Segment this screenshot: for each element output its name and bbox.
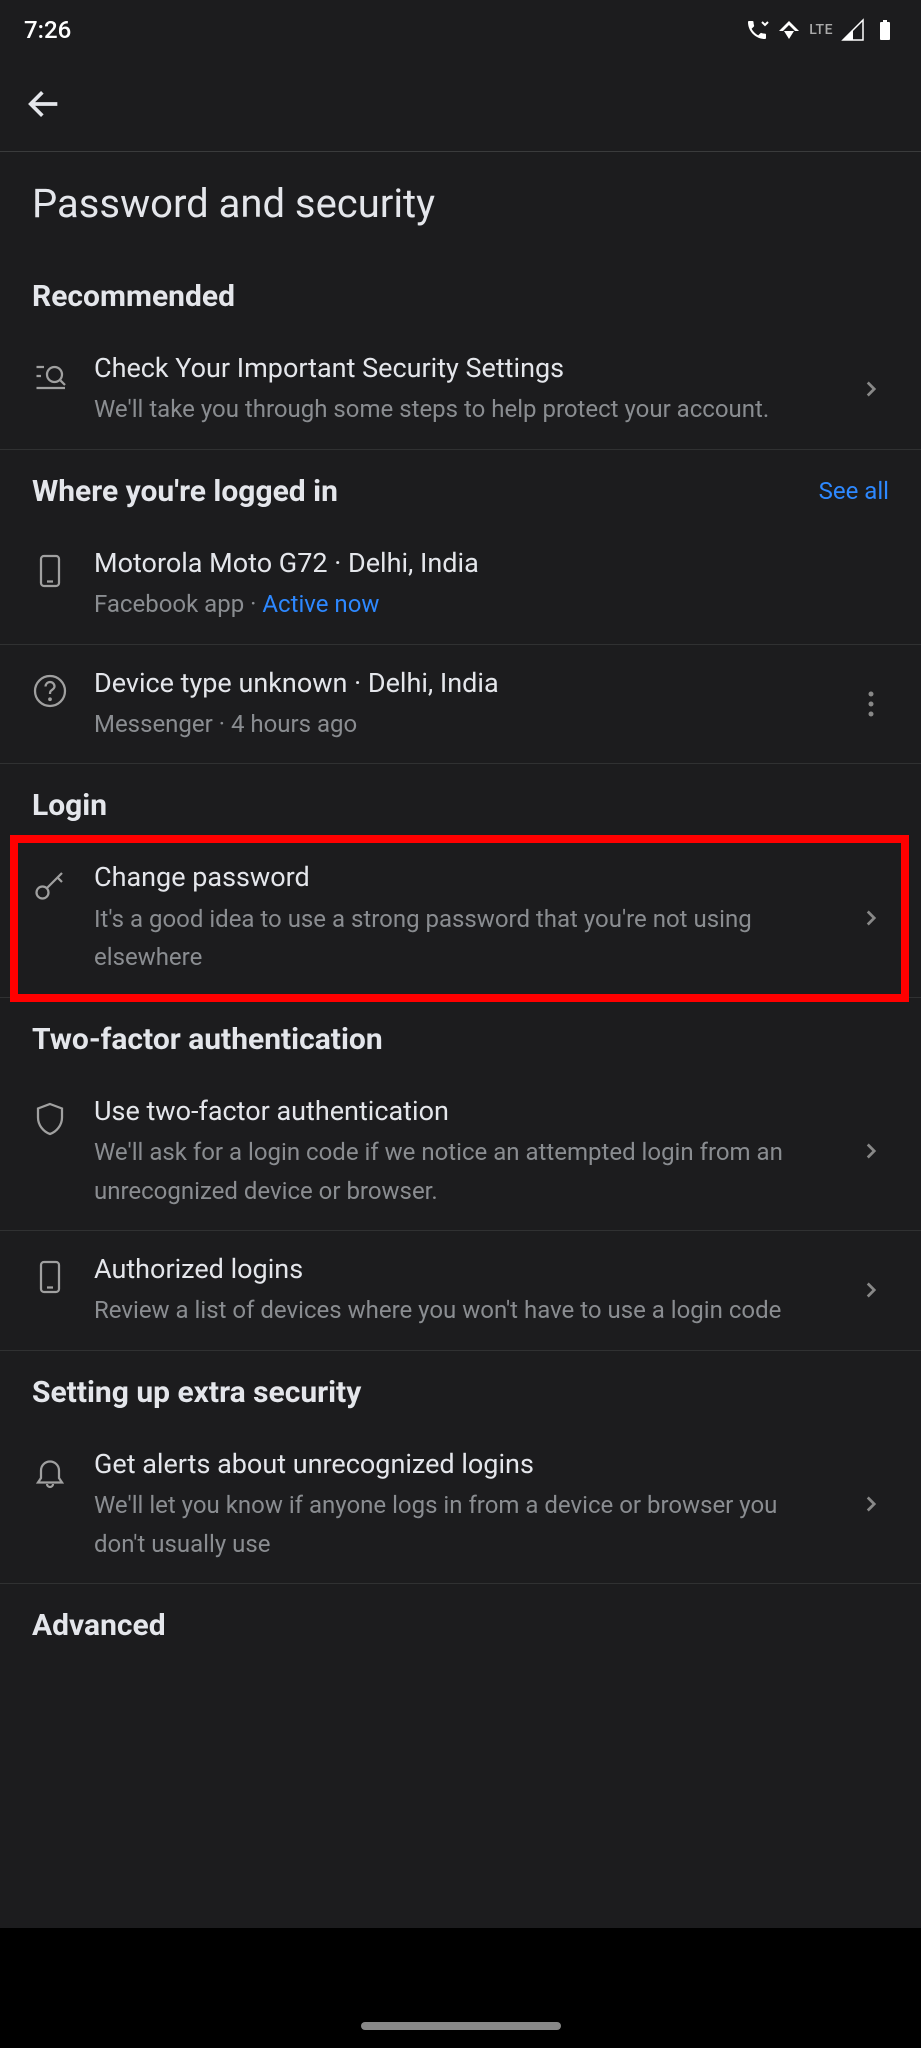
section-header-advanced: Advanced: [0, 1584, 921, 1659]
chevron-right-icon: [849, 905, 893, 931]
device-app-label: Facebook app ·: [94, 590, 262, 618]
check-security-settings-item[interactable]: Check Your Important Security Settings W…: [0, 330, 921, 450]
change-password-item[interactable]: Change password It's a good idea to use …: [0, 839, 921, 997]
active-status: Active now: [262, 590, 379, 618]
device-item-moto[interactable]: Motorola Moto G72 · Delhi, India Faceboo…: [0, 525, 921, 645]
system-nav-bar: [0, 1928, 921, 2048]
item-title: Change password: [94, 859, 827, 895]
device-title: Device type unknown · Delhi, India: [94, 665, 827, 701]
item-subtitle: Review a list of devices where you won't…: [94, 1291, 827, 1329]
status-icons: LTE: [745, 18, 897, 42]
item-subtitle: It's a good idea to use a strong passwor…: [94, 900, 827, 977]
section-header-logged-in: Where you're logged in See all: [0, 450, 921, 525]
more-options-button[interactable]: [849, 690, 893, 718]
back-button[interactable]: [24, 84, 64, 128]
item-subtitle: We'll ask for a login code if we notice …: [94, 1133, 827, 1210]
key-icon: [28, 863, 72, 907]
see-all-link[interactable]: See all: [819, 477, 889, 505]
item-subtitle: We'll let you know if anyone logs in fro…: [94, 1486, 827, 1563]
device-item-unknown[interactable]: Device type unknown · Delhi, India Messe…: [0, 645, 921, 765]
page-title: Password and security: [0, 152, 921, 255]
section-header-label: Where you're logged in: [32, 474, 338, 509]
status-time: 7:26: [24, 16, 71, 44]
bell-icon: [28, 1450, 72, 1494]
section-header-label: Two-factor authentication: [32, 1022, 383, 1057]
phone-icon: [28, 549, 72, 593]
device-title: Motorola Moto G72 · Delhi, India: [94, 545, 893, 581]
back-arrow-icon: [24, 84, 64, 124]
status-bar: 7:26 LTE: [0, 0, 921, 60]
item-title: Check Your Important Security Settings: [94, 350, 827, 386]
device-subtitle: Messenger · 4 hours ago: [94, 705, 827, 743]
phone-icon: [28, 1255, 72, 1299]
section-header-login: Login: [0, 764, 921, 839]
app-bar: [0, 60, 921, 152]
item-title: Authorized logins: [94, 1251, 827, 1287]
section-header-recommended: Recommended: [0, 255, 921, 330]
security-check-icon: [28, 354, 72, 398]
item-title: Use two-factor authentication: [94, 1093, 827, 1129]
device-subtitle: Facebook app · Active now: [94, 585, 893, 623]
login-alerts-item[interactable]: Get alerts about unrecognized logins We'…: [0, 1426, 921, 1584]
signal-icon: [841, 18, 865, 42]
section-header-extra-security: Setting up extra security: [0, 1351, 921, 1426]
battery-icon: [873, 18, 897, 42]
nav-pill[interactable]: [361, 2022, 561, 2030]
section-header-label: Setting up extra security: [32, 1375, 361, 1410]
authorized-logins-item[interactable]: Authorized logins Review a list of devic…: [0, 1231, 921, 1351]
unknown-device-icon: [28, 669, 72, 713]
item-title: Get alerts about unrecognized logins: [94, 1446, 827, 1482]
chevron-right-icon: [849, 1277, 893, 1303]
network-label: LTE: [809, 22, 833, 38]
use-two-factor-item[interactable]: Use two-factor authentication We'll ask …: [0, 1073, 921, 1231]
shield-icon: [28, 1097, 72, 1141]
section-header-label: Advanced: [32, 1608, 166, 1643]
section-header-two-factor: Two-factor authentication: [0, 998, 921, 1073]
section-header-label: Recommended: [32, 279, 235, 314]
item-subtitle: We'll take you through some steps to hel…: [94, 390, 827, 428]
wifi-icon: [777, 18, 801, 42]
chevron-right-icon: [849, 376, 893, 402]
chevron-right-icon: [849, 1138, 893, 1164]
wifi-calling-icon: [745, 18, 769, 42]
chevron-right-icon: [849, 1491, 893, 1517]
section-header-label: Login: [32, 788, 107, 823]
